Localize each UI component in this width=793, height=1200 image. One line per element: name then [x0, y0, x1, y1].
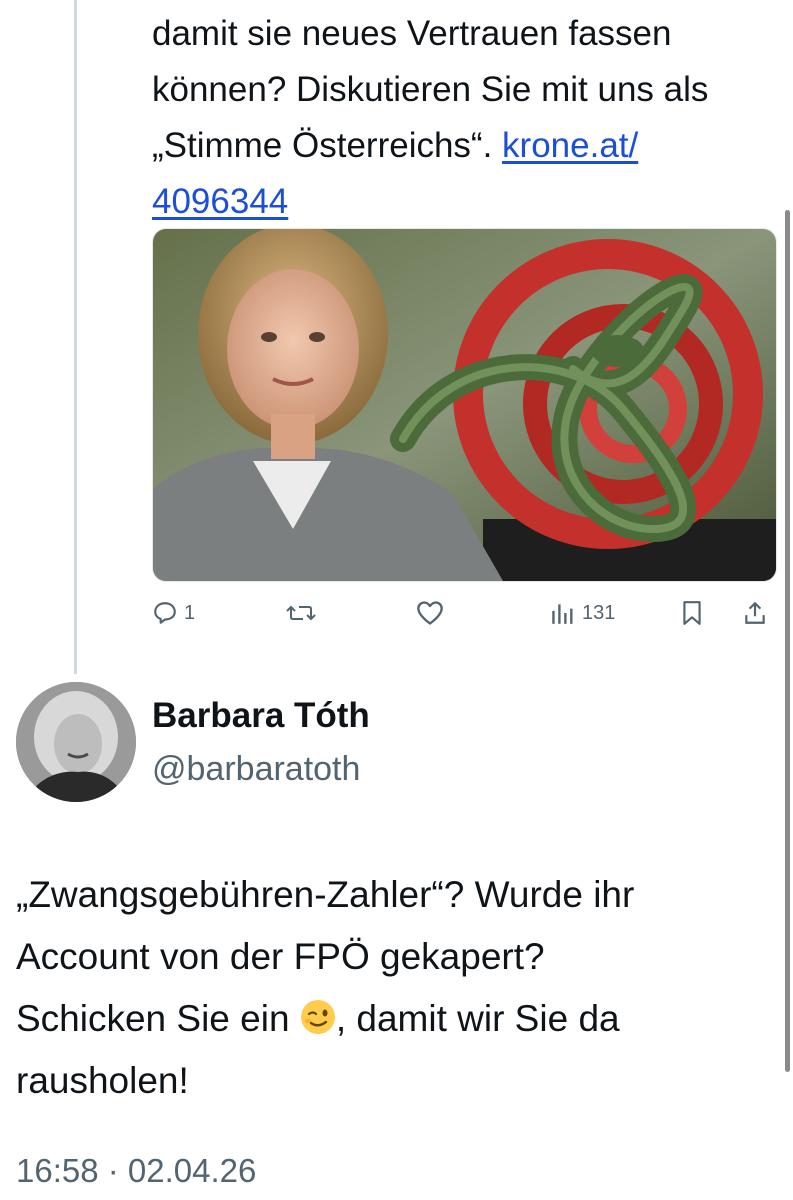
article-link-id[interactable]: 4096344 [152, 182, 288, 221]
bookmark-icon [683, 601, 701, 625]
views-icon [552, 604, 573, 624]
heart-icon [417, 601, 443, 625]
share-button[interactable] [742, 600, 768, 626]
tweet-text-line: „Zwangsgebühren-Zahler“? Wurde ihr [16, 874, 635, 915]
repost-icon [286, 605, 316, 621]
repost-button[interactable] [286, 600, 316, 626]
reply-button[interactable]: 1 [152, 600, 195, 626]
bookmark-button[interactable] [680, 600, 704, 626]
quoted-text-line: damit sie neues Vertrauen fassen [152, 14, 672, 53]
tweet-timestamp[interactable]: 16:58 · 02.04.26 [16, 1152, 256, 1190]
tweet-text-line: rausholen! [16, 1060, 189, 1101]
media-illustration [153, 229, 776, 581]
tweet-text: „Zwangsgebühren-Zahler“? Wurde ihr Accou… [16, 864, 756, 1112]
quoted-tweet-text: damit sie neues Vertrauen fassen können?… [152, 6, 772, 230]
quoted-text-line: 4096344 [152, 174, 772, 230]
author-handle[interactable]: @barbaratoth [152, 750, 360, 789]
tweet-text-line: Account von der FPÖ gekapert? [16, 936, 545, 977]
share-icon [745, 601, 765, 624]
avatar-photo [16, 682, 136, 802]
tweet-media-image[interactable] [152, 228, 777, 582]
tweet-text-fragment: , damit wir Sie da [335, 998, 620, 1039]
avatar[interactable] [16, 682, 136, 802]
views-button[interactable]: 131 [548, 600, 615, 626]
tweet-text-fragment: Schicken Sie ein [16, 998, 300, 1039]
reply-count: 1 [184, 601, 196, 624]
author-display-name[interactable]: Barbara Tóth [152, 696, 370, 736]
quoted-text-fragment: „Stimme Österreichs“. [152, 126, 503, 165]
views-count: 131 [582, 601, 616, 624]
like-button[interactable] [416, 600, 444, 626]
article-link[interactable]: krone.at/ [502, 126, 638, 165]
quoted-text-line: können? Diskutieren Sie mit uns als [152, 70, 709, 109]
quoted-text-line: „Stimme Österreichs“. krone.at/ [152, 118, 772, 174]
thread-connector-line [74, 0, 77, 674]
reply-icon [154, 602, 176, 624]
winking-face-emoji [300, 1000, 335, 1034]
tweet-text-line: Schicken Sie ein , damit wir Sie da [16, 988, 756, 1050]
scrollbar[interactable] [785, 210, 790, 1072]
quoted-tweet-actions: 1 131 [152, 600, 782, 644]
